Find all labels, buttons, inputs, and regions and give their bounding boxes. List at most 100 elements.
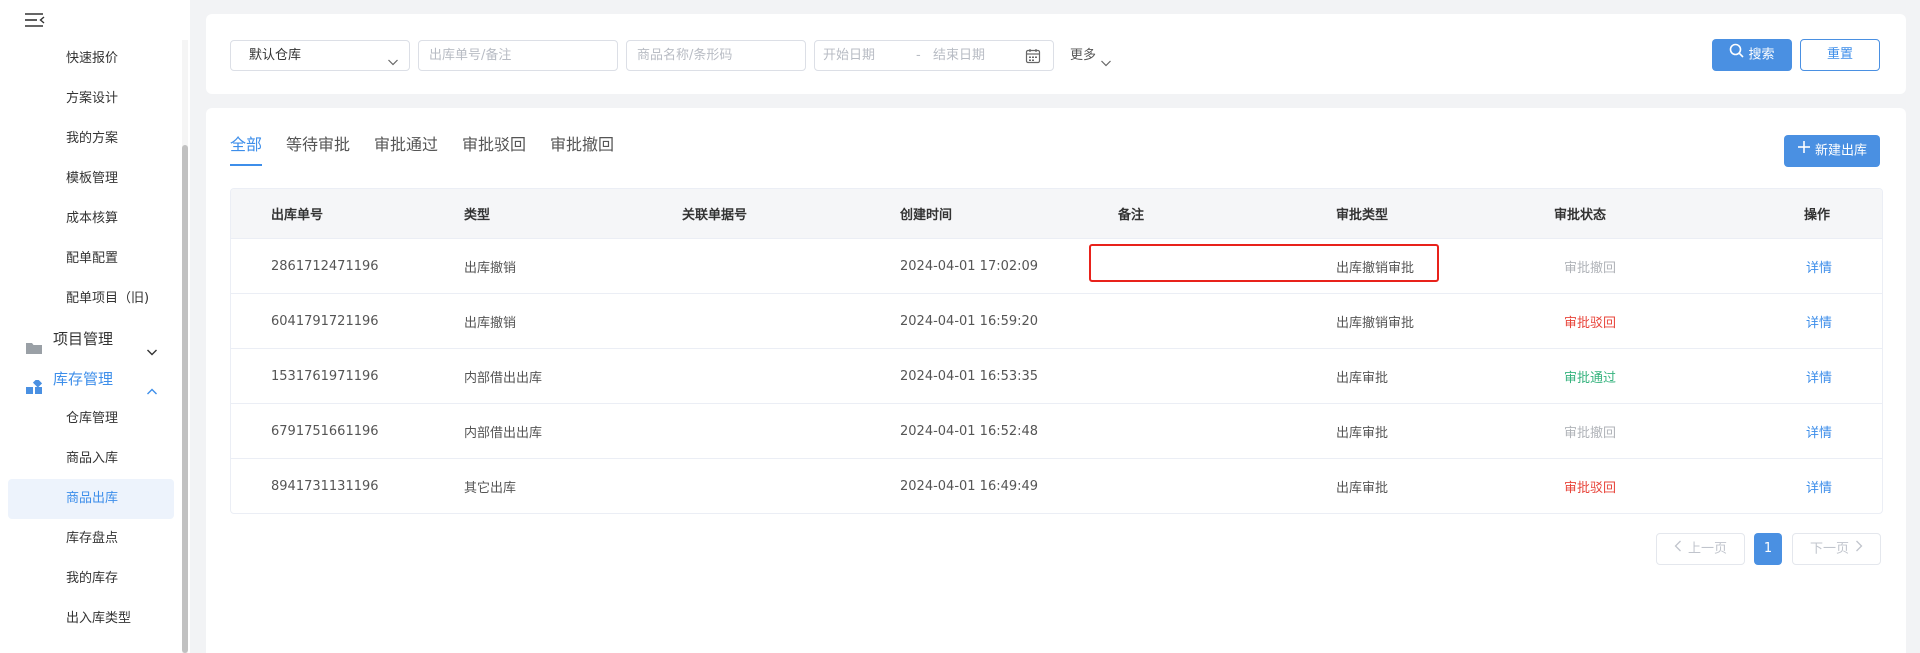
chevron-right-icon <box>1855 534 1863 564</box>
date-range-picker[interactable]: 开始日期 - 结束日期 <box>814 40 1054 71</box>
detail-link[interactable]: 详情 <box>1806 459 1832 513</box>
type-cell: 出库撤销 <box>464 315 517 331</box>
reset-button[interactable]: 重置 <box>1800 39 1880 71</box>
sidebar-scrollbar[interactable] <box>182 40 188 653</box>
type-cell: 其它出库 <box>464 480 517 496</box>
plus-icon <box>1797 135 1811 167</box>
new-outbound-label: 新建出库 <box>1814 143 1867 159</box>
table-row: 6791751661196 内部借出出库 2024-04-01 16:52:48… <box>231 403 1882 458</box>
detail-link[interactable]: 详情 <box>1806 239 1832 293</box>
approval-type-cell: 出库审批 <box>1336 480 1389 496</box>
type-cell: 内部借出出库 <box>464 425 543 441</box>
menu-collapse-icon[interactable] <box>24 10 46 30</box>
tab-rejected[interactable]: 审批驳回 <box>462 133 526 157</box>
sidebar-group-label: 库存管理 <box>53 370 114 388</box>
more-filters-button[interactable]: 更多 <box>1070 40 1112 71</box>
next-page-button[interactable]: 下一页 <box>1792 533 1881 565</box>
prev-page-button[interactable]: 上一页 <box>1656 533 1745 565</box>
approval-status-cell: 审批驳回 <box>1564 480 1617 496</box>
detail-link[interactable]: 详情 <box>1806 294 1832 348</box>
sidebar-item-my-solutions[interactable]: 我的方案 <box>8 119 174 159</box>
search-button-label: 搜索 <box>1748 47 1775 63</box>
order-number-cell: 8941731131196 <box>271 478 379 494</box>
approval-type-cell: 出库撤销审批 <box>1336 315 1415 331</box>
new-outbound-button[interactable]: 新建出库 <box>1784 135 1880 167</box>
type-cell: 出库撤销 <box>464 260 517 276</box>
order-number-cell: 6041791721196 <box>271 313 379 329</box>
search-icon <box>1729 39 1745 71</box>
detail-link[interactable]: 详情 <box>1806 404 1832 458</box>
chevron-down-icon <box>146 333 158 356</box>
approval-type-cell: 出库审批 <box>1336 425 1389 441</box>
sidebar-item-cost-accounting[interactable]: 成本核算 <box>8 199 174 239</box>
created-time-cell: 2024-04-01 16:53:35 <box>900 368 1039 384</box>
end-date-input[interactable]: 结束日期 <box>933 41 1023 70</box>
approval-status-cell: 审批通过 <box>1564 370 1617 386</box>
outbound-table: 出库单号 类型 关联单据号 创建时间 备注 审批类型 审批状态 操作 28617… <box>230 188 1883 514</box>
sidebar-item-inout-types[interactable]: 出入库类型 <box>8 599 174 639</box>
header-approval-status: 审批状态 <box>1554 208 1607 223</box>
warehouse-select-value: 默认仓库 <box>249 48 302 63</box>
chevron-down-icon <box>1100 50 1112 66</box>
date-separator: - <box>916 48 921 63</box>
next-page-label: 下一页 <box>1809 541 1849 557</box>
created-time-cell: 2024-04-01 16:49:49 <box>900 478 1039 494</box>
order-number-field[interactable] <box>418 40 618 71</box>
tab-withdrawn[interactable]: 审批撤回 <box>550 133 614 157</box>
approval-status-cell: 审批驳回 <box>1564 315 1617 331</box>
detail-link[interactable]: 详情 <box>1806 349 1832 403</box>
approval-status-cell: 审批撤回 <box>1564 260 1617 276</box>
sidebar-item-solution-design[interactable]: 方案设计 <box>8 79 174 119</box>
sidebar-item-order-config[interactable]: 配单配置 <box>8 239 174 279</box>
order-number-cell: 6791751661196 <box>271 423 379 439</box>
more-filters-label: 更多 <box>1070 48 1097 63</box>
sidebar-item-quick-quote[interactable]: 快速报价 <box>8 39 174 79</box>
search-button[interactable]: 搜索 <box>1712 39 1792 71</box>
order-number-input[interactable] <box>419 41 617 70</box>
product-field[interactable] <box>626 40 806 71</box>
tab-pending-approval[interactable]: 等待审批 <box>286 133 350 157</box>
type-cell: 内部借出出库 <box>464 370 543 386</box>
header-actions: 操作 <box>1804 208 1831 223</box>
filter-panel: 默认仓库 开始日期 - 结束日期 更多 <box>206 14 1906 94</box>
sidebar-item-inventory-check[interactable]: 库存盘点 <box>8 519 174 559</box>
outbound-list-panel: 全部 等待审批 审批通过 审批驳回 审批撤回 新建出库 出库单号 类型 关联单据… <box>206 108 1906 653</box>
created-time-cell: 2024-04-01 17:02:09 <box>900 258 1039 274</box>
folder-icon <box>25 331 43 354</box>
header-created-time: 创建时间 <box>900 208 953 223</box>
header-order-number: 出库单号 <box>271 208 324 223</box>
sidebar-item-order-project-old[interactable]: 配单项目（旧) <box>8 279 174 319</box>
product-input[interactable] <box>627 41 805 70</box>
header-type: 类型 <box>464 208 491 223</box>
table-row: 6041791721196 出库撤销 2024-04-01 16:59:20 出… <box>231 293 1882 348</box>
active-tab-indicator <box>230 164 262 166</box>
page-number-current[interactable]: 1 <box>1754 533 1782 565</box>
warehouse-select[interactable]: 默认仓库 <box>230 40 410 71</box>
table-row: 2861712471196 出库撤销 2024-04-01 17:02:09 出… <box>231 238 1882 293</box>
sidebar-group-label: 项目管理 <box>53 330 114 348</box>
calendar-icon[interactable] <box>1025 48 1041 64</box>
sidebar-item-warehouse-management[interactable]: 仓库管理 <box>8 399 174 439</box>
sidebar-scrollbar-thumb[interactable] <box>182 145 188 653</box>
created-time-cell: 2024-04-01 16:59:20 <box>900 313 1039 329</box>
sidebar-item-my-inventory[interactable]: 我的库存 <box>8 559 174 599</box>
table-row: 1531761971196 内部借出出库 2024-04-01 16:53:35… <box>231 348 1882 403</box>
sidebar-item-goods-inbound[interactable]: 商品入库 <box>8 439 174 479</box>
sidebar: 快速报价 方案设计 我的方案 模板管理 成本核算 配单配置 配单项目（旧) 项目… <box>0 0 190 653</box>
chevron-down-icon <box>387 50 399 66</box>
order-number-cell: 1531761971196 <box>271 368 379 384</box>
start-date-input[interactable]: 开始日期 <box>823 41 913 70</box>
table-header: 出库单号 类型 关联单据号 创建时间 备注 审批类型 审批状态 操作 <box>231 189 1882 238</box>
created-time-cell: 2024-04-01 16:52:48 <box>900 423 1039 439</box>
header-related-doc: 关联单据号 <box>682 208 748 223</box>
tab-approved[interactable]: 审批通过 <box>374 133 438 157</box>
sidebar-item-goods-outbound[interactable]: 商品出库 <box>8 479 174 519</box>
chevron-up-icon <box>146 373 158 395</box>
tab-all[interactable]: 全部 <box>230 133 262 157</box>
sidebar-group-inventory-management[interactable]: 库存管理 <box>0 359 174 399</box>
sidebar-item-template-management[interactable]: 模板管理 <box>8 159 174 199</box>
header-approval-type: 审批类型 <box>1336 208 1389 223</box>
table-row: 8941731131196 其它出库 2024-04-01 16:49:49 出… <box>231 458 1882 513</box>
order-number-cell: 2861712471196 <box>271 258 379 274</box>
sidebar-group-project-management[interactable]: 项目管理 <box>0 319 174 359</box>
